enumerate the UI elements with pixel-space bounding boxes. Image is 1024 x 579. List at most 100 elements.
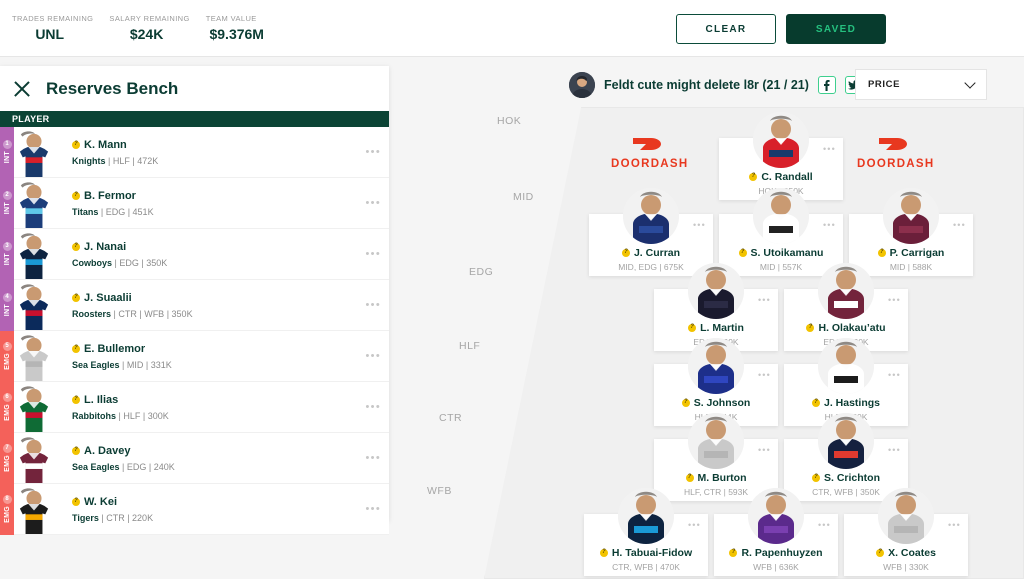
player-name-row: S. Crichton [784,472,908,484]
card-menu-button[interactable]: ••• [823,220,836,230]
card-menu-button[interactable]: ••• [888,445,901,455]
player-avatar [618,488,674,544]
player-name-row: W. Kei [72,494,355,510]
field-player-card[interactable]: ••• P. Carrigan MID | 588K [849,188,973,276]
slot-number: 7 [2,444,12,454]
player-avatar [818,413,874,469]
player-info: W. Kei Tigers | CTR | 220K [54,494,355,525]
card-menu-button[interactable]: ••• [818,520,831,530]
sort-select-value: PRICE [868,79,901,90]
player-name-row: H. Olakau’atu [784,322,908,334]
clear-button[interactable]: CLEAR [676,14,776,44]
row-menu-button[interactable]: ••• [355,299,381,311]
player-name: C. Randall [761,171,813,183]
player-club: Titans [72,206,99,217]
slot-tag: 2 INT [0,177,14,229]
slot-label: INT [3,253,11,266]
slot-number: 8 [2,495,12,505]
card-menu-button[interactable]: ••• [688,520,701,530]
player-meta: Knights | HLF | 472K [72,155,159,166]
card-menu-button[interactable]: ••• [888,370,901,380]
slot-number: 4 [2,293,12,303]
player-club: Sea Eagles [72,359,120,370]
player-info: E. Bullemor Sea Eagles | MID | 331K [54,341,355,372]
bench-row[interactable]: 6EMG L. Ilias Rabbitohs | HLF | 300K ••• [0,381,389,433]
player-name: X. Coates [888,547,936,559]
row-menu-button[interactable]: ••• [355,197,381,209]
player-price: 300K [147,410,169,421]
player-name-row: H. Tabuai-Fidow [584,547,708,559]
bench-row[interactable]: 5EMG E. Bullemor Sea Eagles | MID | 331K ••… [0,330,389,382]
player-meta: MID, EDG | 675K [618,262,684,272]
row-menu-button[interactable]: ••• [355,452,381,464]
slot-tag: 6 EMG [0,381,14,433]
doordash-logo: DOORDASH [857,132,935,170]
saved-button[interactable]: SAVED [786,14,886,44]
player-name-row: K. Mann [72,137,355,153]
status-badge-icon [811,473,820,482]
player-position: EDG [119,257,139,268]
player-name: K. Mann [84,138,127,151]
bench-row[interactable]: 3INT J. Nanai Cowboys | EDG | 350K ••• [0,228,389,280]
player-avatar [688,338,744,394]
field-player-card[interactable]: ••• H. Tabuai-Fidow CTR, WFB | 470K [584,488,708,576]
status-badge-icon [876,548,885,557]
player-name: H. Olakau’atu [818,322,886,334]
status-badge-icon [811,398,820,407]
bench-row[interactable]: 8EMG W. Kei Tigers | CTR | 220K ••• [0,483,389,535]
bench-row[interactable]: 4INT J. Suaalii Roosters | CTR | WFB | 350… [0,279,389,331]
card-menu-button[interactable]: ••• [758,445,771,455]
sort-select[interactable]: PRICE [855,69,987,100]
player-price: 220K [132,512,154,523]
top-bar: TRADES REMAINING UNL SALARY REMAINING $24K T… [0,0,1024,57]
bench-row[interactable]: 1INT K. Mann Knights | HLF | 472K ••• [0,126,389,178]
player-name-row: P. Carrigan [849,247,973,259]
player-name-row: J. Curran [589,247,713,259]
row-menu-button[interactable]: ••• [355,503,381,515]
card-menu-button[interactable]: ••• [758,370,771,380]
field-player-card[interactable]: •••M. BurtonHLF, CTR | 593K [654,413,778,501]
player-name: L. Martin [700,322,744,334]
row-menu-button[interactable]: ••• [355,248,381,260]
player-column-header: PLAYER [0,111,389,127]
doordash-wordmark: DOORDASH [857,158,935,170]
field-player-card[interactable]: •••S. CrichtonCTR, WFB | 350K [784,413,908,501]
player-meta: WFB | 330K [883,562,929,572]
team-avatar [569,72,595,98]
card-menu-button[interactable]: ••• [948,520,961,530]
player-name: P. Carrigan [889,247,945,259]
slot-tag: 4 INT [0,279,14,331]
card-menu-button[interactable]: ••• [823,144,836,154]
card-menu-button[interactable]: ••• [888,295,901,305]
player-avatar [14,127,54,178]
status-badge-icon [621,248,630,257]
field-player-card[interactable]: ••• R. Papenhuyzen WFB | 636K [714,488,838,576]
row-menu-button[interactable]: ••• [355,401,381,413]
facebook-icon[interactable] [817,76,836,94]
stat-1: SALARY REMAINING $24K [105,13,201,43]
field-player-card[interactable]: ••• S. Utoikamanu MID | 557K [719,188,843,276]
player-name-row: S. Utoikamanu [719,247,843,259]
bench-row[interactable]: 2INT B. Fermor Titans | EDG | 451K ••• [0,177,389,229]
bench-row[interactable]: 7EMG A. Davey Sea Eagles | EDG | 240K ••• [0,432,389,484]
status-badge-icon [72,293,80,302]
close-icon[interactable] [12,79,32,99]
player-name: S. Crichton [823,472,880,484]
card-menu-button[interactable]: ••• [693,220,706,230]
player-avatar [818,263,874,319]
field-player-card[interactable]: ••• X. Coates WFB | 330K [844,488,968,576]
card-menu-button[interactable]: ••• [953,220,966,230]
player-avatar [753,188,809,244]
bench-player-list: 1INTK. MannKnights | HLF | 472K•••2INTB.… [0,126,389,535]
row-menu-button[interactable]: ••• [355,146,381,158]
slot-tag: 1 INT [0,126,14,178]
card-menu-button[interactable]: ••• [758,295,771,305]
row-menu-button[interactable]: ••• [355,350,381,362]
player-price: 451K [132,206,154,217]
slot-label: EMG [3,506,11,523]
player-name: L. Ilias [84,393,119,406]
status-badge-icon [72,446,80,455]
slot-number: 3 [2,242,12,252]
slot-tag: 7 EMG [0,432,14,484]
field-player-card[interactable]: ••• J. Curran MID, EDG | 675K [589,188,713,276]
